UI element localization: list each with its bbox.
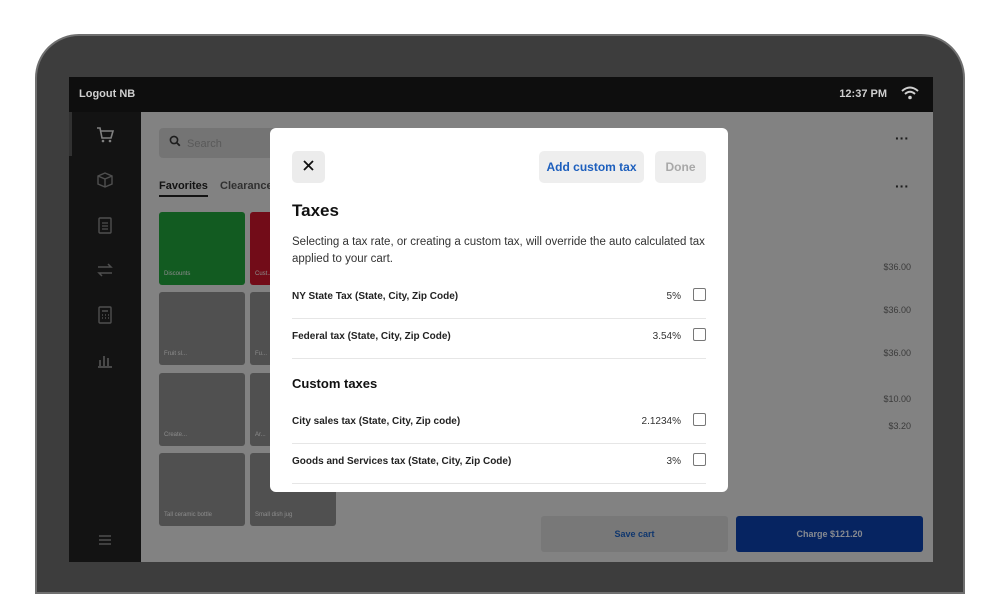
tax-checkbox[interactable]	[693, 413, 706, 426]
tax-row[interactable]: NY State Tax (State, City, Zip Code) 5%	[292, 278, 706, 319]
done-button[interactable]: Done	[655, 151, 706, 183]
wifi-icon	[901, 86, 919, 103]
tax-rate: 3%	[666, 456, 681, 467]
tax-rate: 2.1234%	[641, 416, 681, 427]
close-button[interactable]	[292, 151, 325, 183]
dialog-title: Taxes	[292, 201, 339, 220]
tax-checkbox[interactable]	[693, 328, 706, 341]
tax-checkbox[interactable]	[693, 453, 706, 466]
close-icon	[303, 158, 314, 176]
tax-name: Federal tax (State, City, Zip Code)	[292, 331, 451, 342]
dialog-description: Selecting a tax rate, or creating a cust…	[292, 236, 705, 265]
logout-label[interactable]: Logout NB	[79, 88, 135, 100]
tax-checkbox[interactable]	[693, 288, 706, 301]
tax-rate: 5%	[666, 291, 681, 302]
custom-tax-row[interactable]: City sales tax (State, City, Zip code) 2…	[292, 403, 706, 444]
custom-taxes-heading: Custom taxes	[292, 376, 378, 391]
add-custom-tax-button[interactable]: Add custom tax	[539, 151, 644, 183]
tax-row[interactable]: Federal tax (State, City, Zip Code) 3.54…	[292, 318, 706, 359]
tax-rate: 3.54%	[652, 331, 681, 342]
tax-name: NY State Tax (State, City, Zip Code)	[292, 291, 459, 302]
status-bar: Logout NB 12:37 PM	[69, 77, 933, 112]
taxes-dialog: Add custom tax Done Taxes Selecting a ta…	[270, 128, 728, 492]
custom-tax-row[interactable]: Goods and Services tax (State, City, Zip…	[292, 443, 706, 484]
tax-name: Goods and Services tax (State, City, Zip…	[292, 456, 512, 467]
tax-name: City sales tax (State, City, Zip code)	[292, 416, 461, 427]
clock: 12:37 PM	[839, 88, 887, 100]
